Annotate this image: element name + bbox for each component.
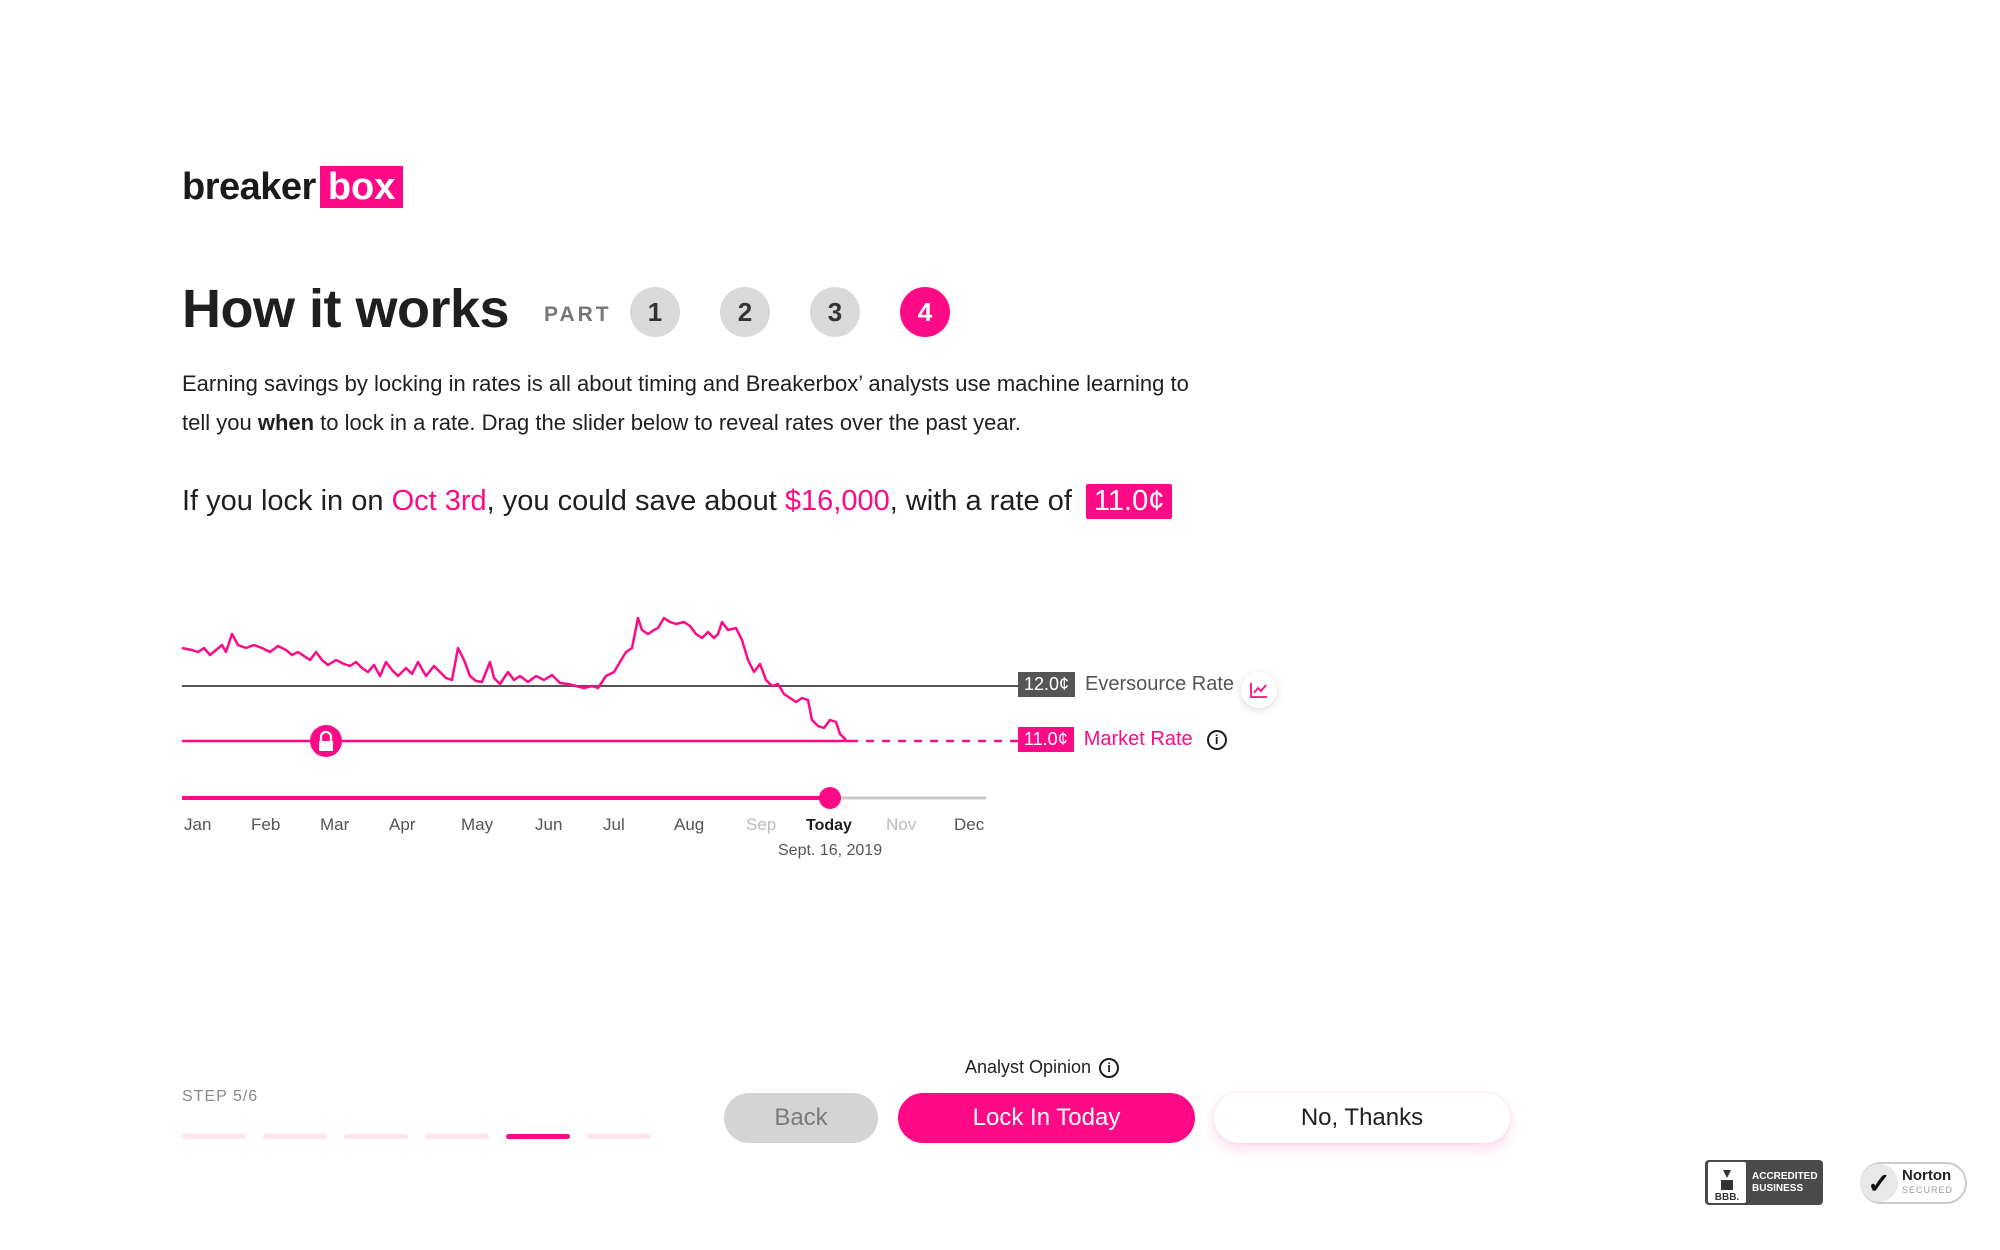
month-label: Jan <box>184 815 212 834</box>
eversource-rate-value: 12.0¢ <box>1018 672 1076 697</box>
lock-in-today-button[interactable]: Lock In Today <box>898 1093 1195 1143</box>
month-label: Apr <box>389 815 416 834</box>
progress-segment <box>182 1134 246 1139</box>
month-label: Aug <box>674 815 705 834</box>
bbb-logo-text: BBB. <box>1714 1192 1740 1203</box>
market-rate-info-icon[interactable]: i <box>1206 729 1227 750</box>
back-button[interactable]: Back <box>724 1093 878 1143</box>
chart-toggle-icon[interactable] <box>1241 672 1277 708</box>
no-thanks-button[interactable]: No, Thanks <box>1214 1093 1510 1143</box>
bbb-badge: BBB. ACCREDITED BUSINESS <box>1705 1160 1823 1205</box>
norton-name: Norton <box>1902 1167 1952 1184</box>
slider-handle[interactable] <box>819 787 841 809</box>
month-label: Feb <box>251 815 281 834</box>
step-indicator: STEP 5/6 <box>182 1088 259 1105</box>
month-label: Jul <box>603 815 625 834</box>
market-rate-name: Market Rate <box>1083 728 1193 750</box>
eversource-rate-name: Eversource Rate <box>1085 673 1235 695</box>
checkmark-icon: ✓ <box>1860 1164 1898 1202</box>
progress-segment <box>344 1134 408 1139</box>
today-date: Sept. 16, 2019 <box>778 842 883 859</box>
progress-segment <box>587 1134 651 1139</box>
bbb-line-2: BUSINESS <box>1752 1182 1804 1194</box>
lock-icon <box>319 741 333 751</box>
market-rate-value: 11.0¢ <box>1018 727 1074 752</box>
bbb-text: ACCREDITED BUSINESS <box>1752 1171 1818 1195</box>
norton-sub: SECURED <box>1902 1185 1954 1195</box>
month-label: Mar <box>320 815 350 834</box>
month-label: Nov <box>886 815 917 834</box>
progress-segment <box>263 1134 327 1139</box>
bbb-logo: BBB. <box>1708 1162 1746 1203</box>
analyst-opinion-label: Analyst Opinion <box>965 1057 1092 1077</box>
progress-segment <box>425 1134 489 1139</box>
rate-chart <box>181 616 1018 809</box>
eversource-rate-legend: 12.0¢ Eversource Rate <box>1018 672 1234 697</box>
month-label: Dec <box>954 815 985 834</box>
norton-text: Norton SECURED <box>1902 1167 1954 1197</box>
norton-badge: ✓ Norton SECURED <box>1860 1162 1967 1204</box>
market-rate-series <box>181 616 847 741</box>
analyst-info-icon[interactable]: i <box>1099 1057 1120 1078</box>
market-rate-legend: 11.0¢ Market Rate i <box>1018 727 1227 752</box>
analyst-opinion[interactable]: Analyst Opinion i <box>965 1057 1120 1078</box>
progress-segment-active <box>506 1134 570 1139</box>
month-label: Jun <box>535 815 563 834</box>
month-label: Sep <box>746 815 777 834</box>
bbb-line-1: ACCREDITED <box>1752 1170 1818 1182</box>
month-label: May <box>461 815 494 834</box>
today-label: Today <box>806 817 852 834</box>
